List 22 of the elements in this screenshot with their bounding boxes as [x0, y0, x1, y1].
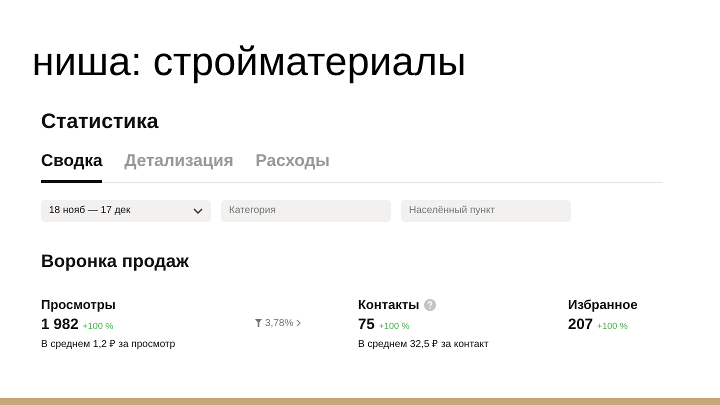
metric-label: Просмотры: [41, 296, 116, 312]
change-percent: +100 %: [597, 320, 628, 330]
metric-note: В среднем 1,2 ₽ за просмотр: [41, 338, 176, 350]
chevron-right-icon[interactable]: [296, 319, 302, 327]
slide-title: ниша: стройматериалы: [32, 39, 466, 86]
input-field[interactable]: Населённый пункт: [401, 200, 571, 222]
chevron-down-icon: [193, 208, 203, 214]
page-title: Статистика: [41, 109, 160, 135]
change-percent: +100 %: [378, 320, 410, 330]
section-title: Воронка продаж: [41, 250, 190, 272]
tab[interactable]: Сводка: [41, 150, 102, 183]
conversion-rate: 3,78%: [265, 318, 294, 328]
metric-value: 207: [568, 316, 594, 334]
metric-label: Избранное: [568, 296, 638, 312]
date-dropdown[interactable]: 18 нояб — 17 дек: [41, 200, 211, 222]
metric-value: 1 982: [41, 316, 79, 334]
change-percent: +100 %: [82, 320, 114, 330]
input-field[interactable]: Категория: [221, 200, 391, 222]
metric-note: В среднем 32,5 ₽ за контакт: [358, 338, 490, 350]
metric-value: 75: [358, 316, 375, 334]
filter-icon: [255, 319, 262, 327]
metric-label: Контакты: [358, 296, 420, 312]
